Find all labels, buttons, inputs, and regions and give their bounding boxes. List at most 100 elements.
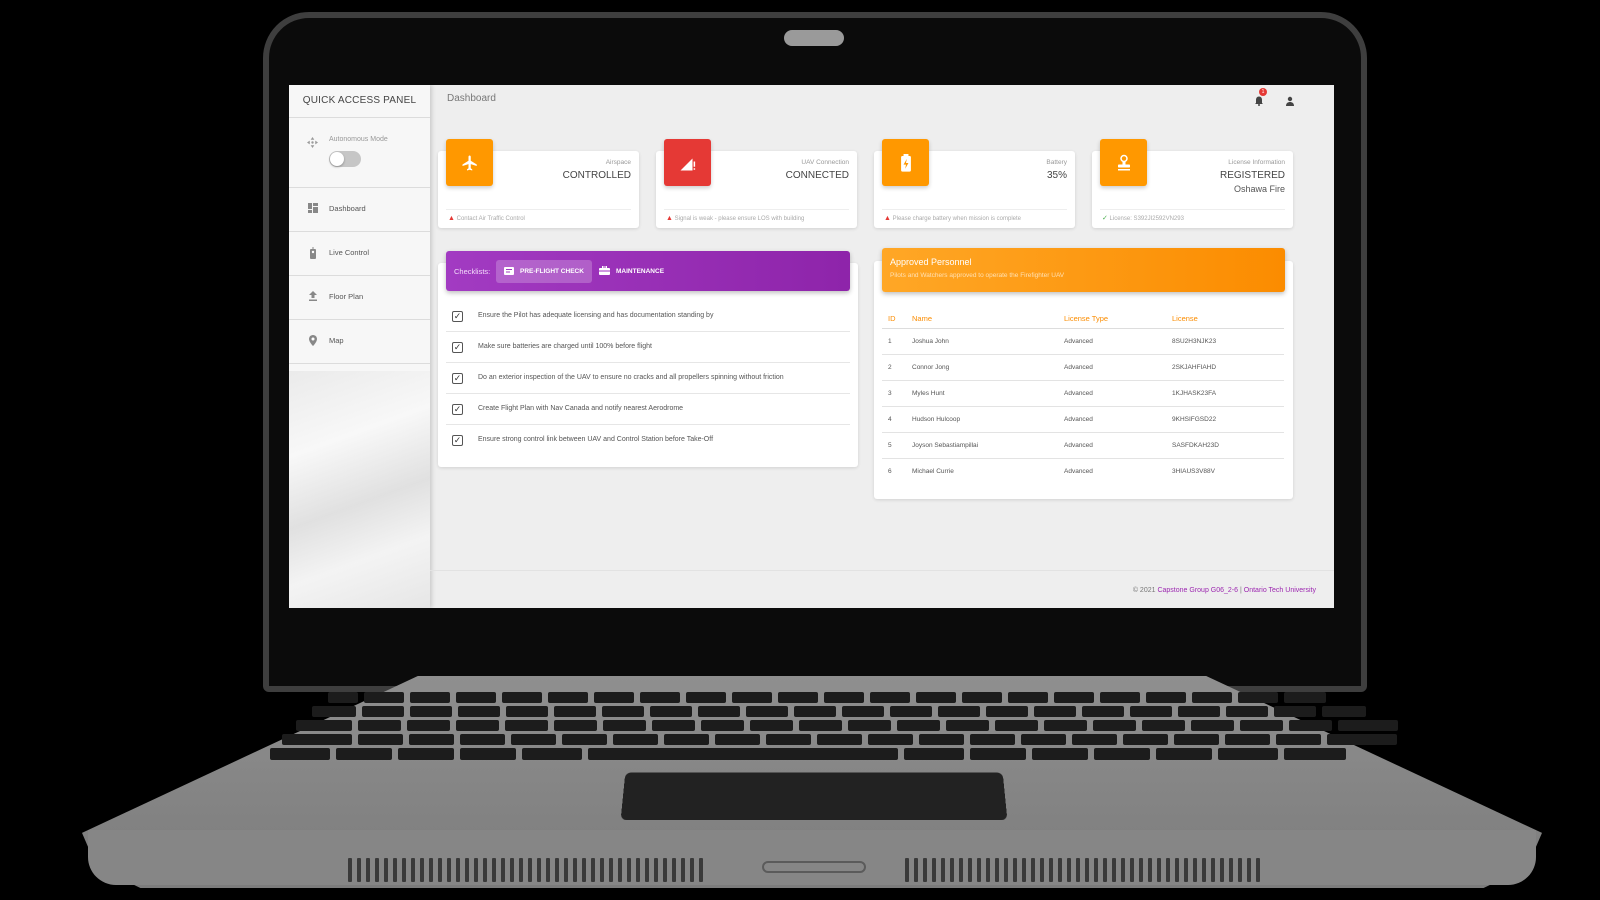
stat-footer-text: Contact Air Traffic Control — [456, 216, 525, 222]
checklist-header: Checklists: PRE-FLIGHT CHECK MAINTENANCE — [446, 251, 850, 291]
airplane-icon — [446, 139, 493, 186]
sidebar-item-live-control[interactable]: Live Control — [289, 231, 430, 275]
cell-id: 4 — [882, 406, 912, 433]
cell-id: 5 — [882, 432, 912, 459]
checklist-item-text: Make sure batteries are charged until 10… — [478, 343, 652, 350]
sidebar: QUICK ACCESS PANEL Autonomous Mode Dashb… — [289, 85, 430, 608]
key-row — [328, 692, 1326, 703]
checkbox[interactable]: ✓ — [452, 404, 463, 415]
table-row: 1 Joshua John Advanced 8SU2H3NJK23 — [882, 328, 1284, 355]
checklist-label: Checklists: — [454, 267, 491, 276]
stat-footer: ▲ Please charge battery when mission is … — [884, 215, 1021, 222]
footer: © 2021 Capstone Group G06_2-6 | Ontario … — [1133, 587, 1316, 594]
list-item: ✓ Ensure the Pilot has adequate licensin… — [446, 301, 850, 332]
sidebar-item-floor-plan[interactable]: Floor Plan — [289, 275, 430, 319]
checklist-item-text: Ensure strong control link between UAV a… — [478, 436, 714, 443]
cell-license-type: Advanced — [1064, 380, 1172, 407]
tab-maintenance[interactable]: MAINTENANCE — [591, 260, 672, 283]
checkbox[interactable]: ✓ — [452, 311, 463, 322]
footer-copyright: © 2021 — [1132, 587, 1156, 594]
airspace-card: Airspace CONTROLLED ▲ Contact Air Traffi… — [438, 139, 639, 228]
cell-license: 3HIAUS3V88V — [1172, 467, 1215, 475]
cell-license: SASFDKAH23D — [1172, 432, 1284, 459]
toolbox-icon — [599, 265, 610, 277]
keyboard — [270, 692, 1398, 762]
signal-icon — [664, 139, 711, 186]
personnel-title: Approved Personnel — [890, 257, 972, 267]
divider — [289, 117, 430, 118]
column-header-license: License — [1172, 309, 1284, 329]
footer-university-link[interactable]: Ontario Tech University — [1244, 587, 1316, 594]
battery-icon — [882, 139, 929, 186]
personnel-subtitle: Pilots and Watchers approved to operate … — [890, 272, 1065, 279]
stat-subvalue: Oshawa Fire — [1233, 184, 1285, 194]
sidebar-item-label: Map — [329, 336, 344, 345]
key-row — [312, 706, 1366, 717]
stat-footer: ▲ Signal is weak - please ensure LOS wit… — [666, 215, 804, 222]
divider — [430, 570, 1334, 571]
personnel-header: Approved Personnel Pilots and Watchers a… — [882, 248, 1285, 292]
cell-name: Hudson Hulcoop — [912, 406, 1064, 433]
cell-name: Myles Hunt — [912, 380, 1064, 407]
key-row — [296, 720, 1398, 731]
cell-license-type: Advanced — [1064, 328, 1172, 355]
drag-icon — [307, 135, 318, 148]
checkbox[interactable]: ✓ — [452, 342, 463, 353]
warning-icon: ▲ — [666, 215, 673, 222]
sidebar-item-dashboard[interactable]: Dashboard — [289, 187, 430, 231]
notification-badge: 1 — [1259, 88, 1267, 96]
cell-license-type: Advanced — [1064, 467, 1093, 475]
table-row: 6 Michael Currie Advanced 3HIAUS3V88V — [882, 458, 1284, 484]
sidebar-background-image — [289, 371, 430, 608]
table-row: 3 Myles Hunt Advanced 1KJHASK23FA — [882, 380, 1284, 407]
footer-separator: | — [1239, 587, 1242, 594]
laptop-base-edge — [88, 830, 1536, 885]
divider — [1100, 209, 1285, 210]
stat-label: Battery — [1046, 159, 1067, 166]
user-icon[interactable] — [1285, 93, 1295, 106]
page-title: Dashboard — [447, 93, 496, 104]
stat-label: License Information — [1228, 159, 1285, 166]
app-screen: QUICK ACCESS PANEL Autonomous Mode Dashb… — [289, 85, 1334, 608]
table-row: 4 Hudson Hulcoop Advanced 9KHSIFGSD22 — [882, 406, 1284, 433]
vent-right — [905, 858, 1260, 884]
table-header-row: ID Name License Type License — [882, 309, 1284, 329]
cell-id: 3 — [882, 380, 912, 407]
sidebar-item-label: Live Control — [329, 248, 370, 257]
map-pin-icon — [307, 335, 318, 346]
cell-name: Michael Currie — [912, 467, 954, 475]
divider — [446, 209, 631, 210]
checklist-icon — [504, 266, 514, 277]
checklist-item-text: Create Flight Plan with Nav Canada and n… — [478, 405, 684, 412]
stat-footer-text: License: S392JI2592VN293 — [1109, 216, 1184, 222]
checklist-item-text: Do an exterior inspection of the UAV to … — [478, 374, 784, 381]
sidebar-title: QUICK ACCESS PANEL — [302, 95, 417, 106]
cell-id: 6 — [888, 467, 892, 475]
stat-value: CONTROLLED — [562, 170, 631, 181]
checkbox[interactable]: ✓ — [452, 435, 463, 446]
autonomous-mode-toggle[interactable] — [329, 151, 361, 167]
tab-label: MAINTENANCE — [616, 268, 665, 275]
sidebar-item-label: Floor Plan — [329, 292, 364, 301]
column-header-license-type: License Type — [1064, 309, 1172, 329]
battery-card: Battery 35% ▲ Please charge battery when… — [874, 139, 1075, 228]
column-header-id: ID — [882, 309, 912, 329]
warning-icon: ▲ — [448, 215, 455, 222]
check-icon: ✓ — [1102, 215, 1108, 222]
list-item: ✓ Ensure strong control link between UAV… — [446, 425, 850, 456]
footer-group-link[interactable]: Capstone Group G06_2-6 — [1157, 587, 1238, 594]
stat-footer-text: Signal is weak - please ensure LOS with … — [674, 216, 805, 222]
cell-license-type: Advanced — [1064, 406, 1172, 433]
laptop-mockup: QUICK ACCESS PANEL Autonomous Mode Dashb… — [0, 0, 1600, 900]
autonomous-mode-label: Autonomous Mode — [329, 136, 388, 143]
cell-license: 2SKJAHFIAHD — [1172, 354, 1284, 381]
tab-pre-flight-check[interactable]: PRE-FLIGHT CHECK — [496, 260, 592, 283]
upload-icon — [307, 291, 318, 302]
checkbox[interactable]: ✓ — [452, 373, 463, 384]
stat-value: 35% — [1046, 170, 1067, 181]
stat-value: CONNECTED — [785, 170, 849, 181]
trackpad — [620, 772, 1008, 821]
sidebar-item-map[interactable]: Map — [289, 319, 430, 363]
stat-footer: ✓ License: S392JI2592VN293 — [1102, 214, 1184, 222]
stat-footer-text: Please charge battery when mission is co… — [892, 216, 1022, 222]
